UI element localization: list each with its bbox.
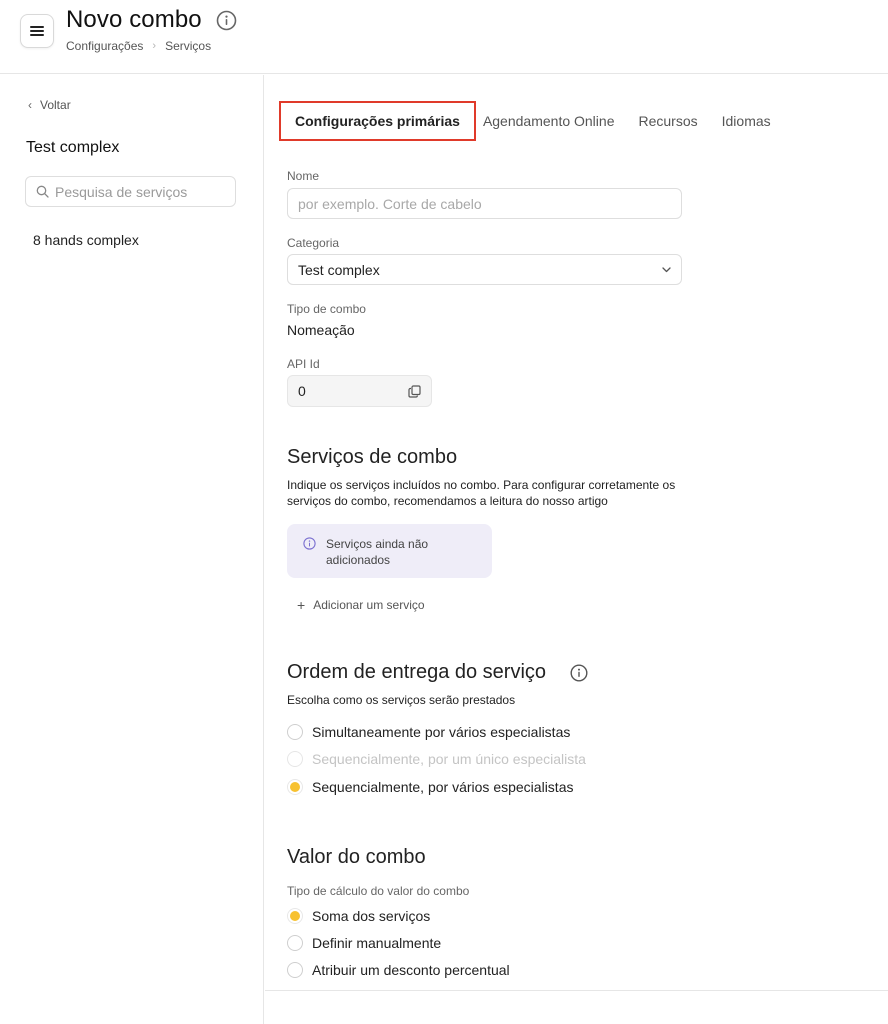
category-value: Test complex (298, 261, 380, 278)
breadcrumb-item-configuracoes[interactable]: Configurações (66, 39, 143, 53)
value-section-subtitle: Tipo de cálculo do valor do combo (287, 884, 470, 898)
value-option-percent-discount[interactable]: Atribuir um desconto percentual (287, 962, 510, 978)
plus-icon: + (297, 597, 306, 613)
main-content: Configurações primárias Agendamento Onli… (265, 75, 888, 1024)
breadcrumb: Configurações › Serviços (66, 39, 211, 53)
radio-label: Sequencialmente, por vários especialista… (312, 779, 574, 795)
delivery-section-title: Ordem de entrega do serviço (287, 661, 547, 683)
services-section-description: Indique os serviços incluídos no combo. … (287, 478, 676, 508)
radio-button-selected[interactable] (287, 908, 303, 924)
page-header: Novo combo Configurações › Serviços (0, 0, 888, 74)
tab-agendamento-online[interactable]: Agendamento Online (476, 101, 627, 141)
page-title: Novo combo (66, 6, 202, 33)
back-link[interactable]: ‹ Voltar (28, 98, 71, 112)
back-label: Voltar (40, 98, 71, 112)
add-service-button[interactable]: + Adicionar um serviço (297, 597, 425, 613)
api-id-label: API Id (287, 357, 320, 371)
radio-label: Atribuir um desconto percentual (312, 962, 510, 978)
radio-label: Simultaneamente por vários especialistas (312, 724, 571, 740)
radio-button[interactable] (287, 935, 303, 951)
radio-button-selected[interactable] (287, 779, 303, 795)
category-label: Categoria (287, 236, 340, 250)
chevron-left-icon: ‹ (28, 98, 32, 112)
services-section-title: Serviços de combo (287, 446, 458, 468)
sidebar: ‹ Voltar Test complex 8 hands complex (0, 75, 264, 1024)
tab-label: Agendamento Online (482, 113, 615, 129)
info-icon[interactable] (216, 10, 237, 31)
radio-button (287, 751, 303, 767)
info-icon[interactable] (570, 664, 588, 682)
delivery-section-subtitle: Escolha como os serviços serão prestados (287, 693, 516, 707)
category-select[interactable]: Test complex (287, 254, 682, 285)
add-service-label: Adicionar um serviço (313, 598, 425, 612)
api-id-field: 0 (287, 375, 432, 407)
chevron-down-icon (662, 266, 671, 272)
radio-button[interactable] (287, 962, 303, 978)
sidebar-title: Test complex (26, 139, 120, 156)
name-label: Nome (287, 169, 320, 183)
menu-button[interactable] (20, 14, 54, 48)
api-id-value: 0 (298, 383, 306, 399)
info-icon (303, 537, 316, 550)
radio-button[interactable] (287, 724, 303, 740)
hamburger-menu-icon (30, 26, 44, 36)
radio-label: Definir manualmente (312, 935, 442, 951)
tab-label: Idiomas (721, 113, 771, 129)
empty-services-message: Serviços ainda não adicionados (326, 537, 429, 567)
search-input[interactable] (55, 183, 225, 200)
combo-type-label: Tipo de combo (287, 302, 366, 316)
tabs: Configurações primárias Agendamento Onli… (279, 101, 783, 141)
tab-label: Configurações primárias (295, 113, 460, 129)
delivery-option-sequential-single: Sequencialmente, por um único especialis… (287, 751, 586, 767)
name-input[interactable] (298, 195, 671, 212)
search-icon (36, 185, 49, 198)
copy-icon[interactable] (408, 384, 421, 398)
value-option-manual[interactable]: Definir manualmente (287, 935, 441, 951)
empty-services-notice: Serviços ainda não adicionados (287, 524, 492, 578)
sidebar-item-8-hands-complex[interactable]: 8 hands complex (33, 232, 139, 248)
divider (265, 990, 888, 991)
delivery-option-simultaneous[interactable]: Simultaneamente por vários especialistas (287, 724, 570, 740)
delivery-option-sequential-multiple[interactable]: Sequencialmente, por vários especialista… (287, 779, 573, 795)
tab-label: Recursos (638, 113, 698, 129)
chevron-right-icon: › (152, 40, 157, 52)
search-box[interactable] (25, 176, 236, 207)
radio-label: Sequencialmente, por um único especialis… (312, 751, 586, 767)
value-option-sum[interactable]: Soma dos serviços (287, 908, 430, 924)
value-section-title: Valor do combo (287, 846, 426, 868)
radio-label: Soma dos serviços (312, 908, 431, 924)
tab-configuracoes-primarias[interactable]: Configurações primárias (279, 101, 476, 141)
tab-recursos[interactable]: Recursos (626, 101, 709, 141)
breadcrumb-item-servicos[interactable]: Serviços (165, 39, 211, 53)
combo-type-value: Nomeação (287, 322, 355, 338)
name-field[interactable] (287, 188, 682, 219)
tab-idiomas[interactable]: Idiomas (710, 101, 783, 141)
